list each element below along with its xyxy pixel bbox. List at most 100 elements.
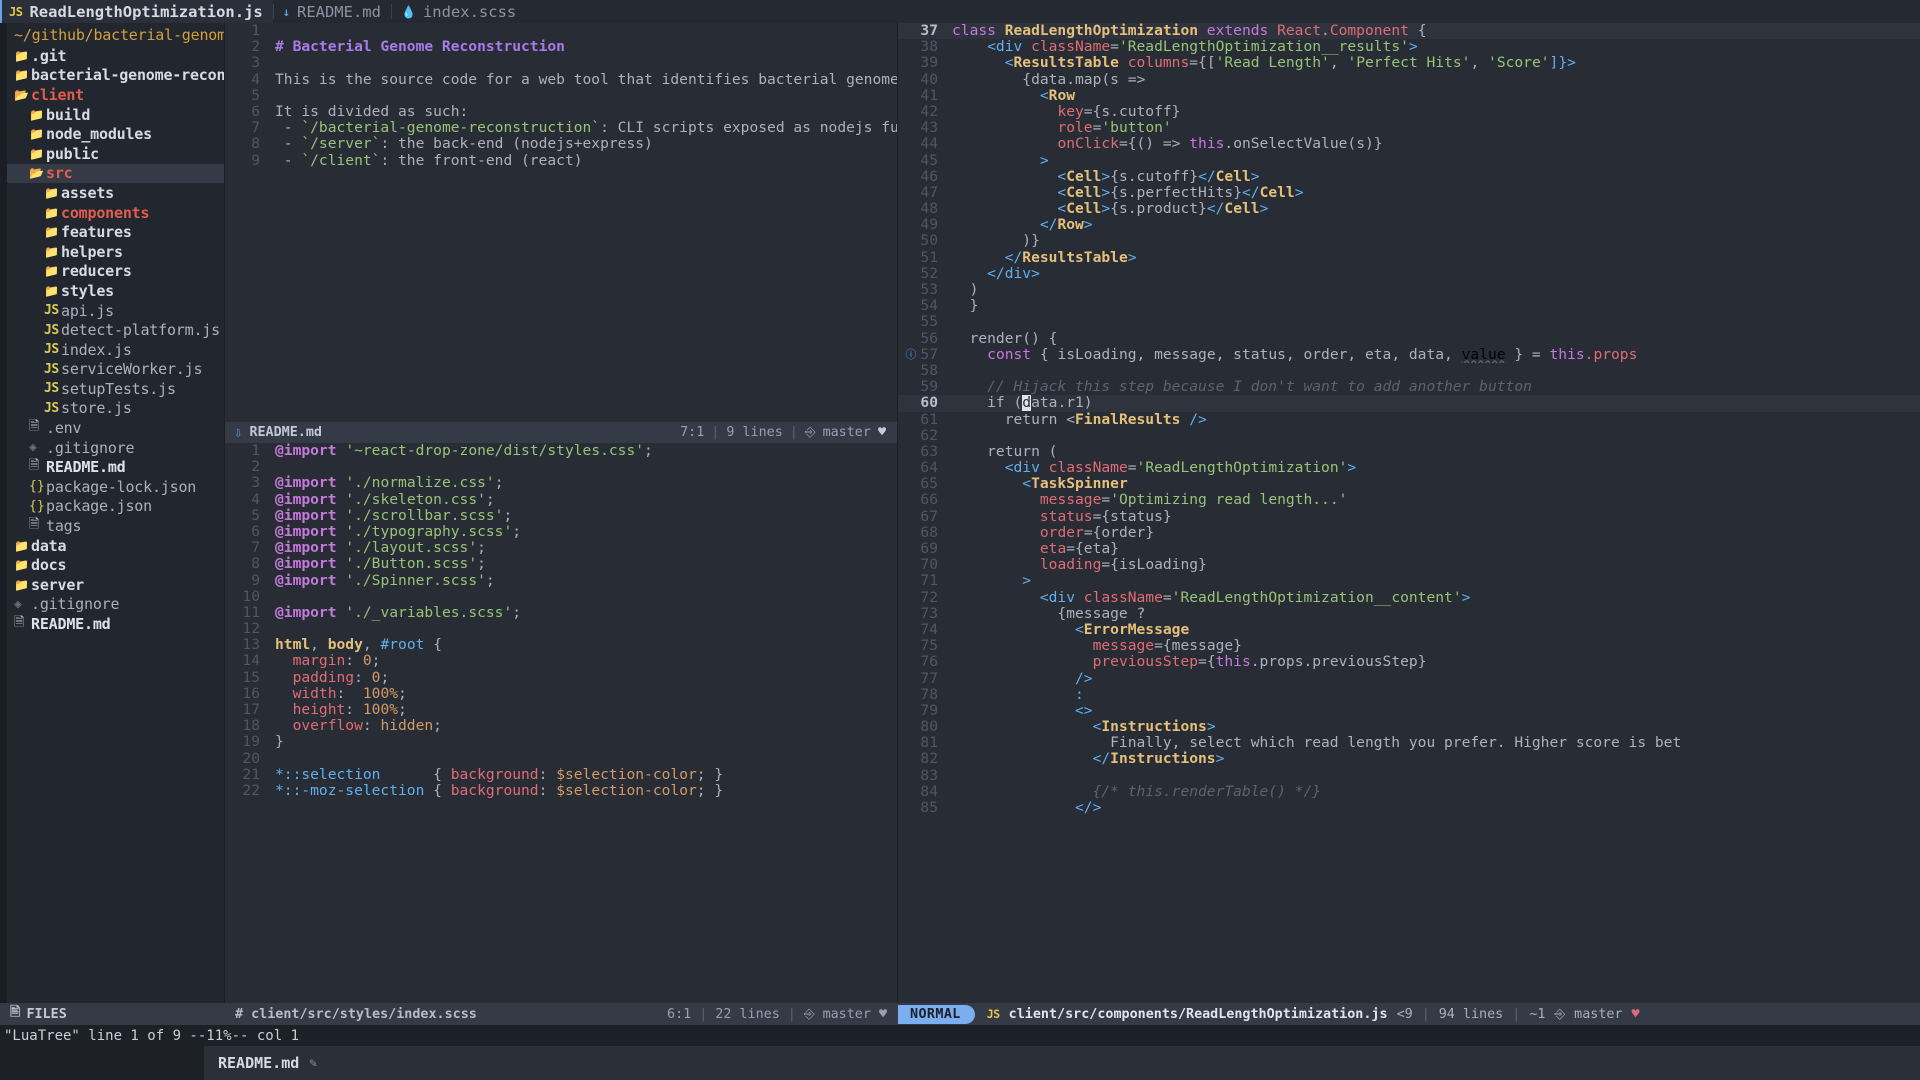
tree-item--git[interactable]: 📁 .git — [0, 46, 224, 66]
tree-item-node-modules[interactable]: 📁 node_modules — [0, 124, 224, 144]
tab-readme-md[interactable]: ↓ README.md — [274, 0, 391, 23]
tree-item-build[interactable]: 📁 build — [0, 105, 224, 125]
code-token: { — [424, 637, 442, 654]
tree-item-client[interactable]: 📂 client — [0, 85, 224, 105]
code-token: ; — [512, 604, 522, 621]
tree-item-store-js[interactable]: JS store.js — [0, 399, 224, 419]
tree-item-detect-platform-js[interactable]: JS detect-platform.js — [0, 320, 224, 340]
code-token: ; — [371, 653, 381, 670]
line-number: 4 — [251, 490, 260, 508]
code-token: value — [1461, 346, 1506, 363]
tree-item-components[interactable]: 📁 components — [0, 203, 224, 223]
code-text: Finally, select which read length you pr… — [948, 735, 1920, 751]
line-number: 55 — [920, 313, 938, 331]
tree-item-package-json[interactable]: {} package.json — [0, 497, 224, 517]
code-token: .props — [1584, 346, 1638, 363]
code-line: 38 <div className='ReadLengthOptimizatio… — [898, 38, 1920, 56]
folder-icon: 📁 — [14, 538, 29, 553]
code-token: @import — [275, 507, 337, 524]
tree-item-data[interactable]: 📁 data — [0, 536, 224, 556]
code-text: order={order} — [948, 525, 1920, 541]
code-token: : the front-end (react) — [380, 152, 583, 169]
code-token: > — [1259, 201, 1269, 218]
tree-item-styles[interactable]: 📁 styles — [0, 281, 224, 301]
code-line: 43 role='button' — [898, 119, 1920, 136]
line-number: 85 — [920, 799, 938, 816]
code-token: 100% — [362, 702, 399, 718]
code-text: /> — [948, 671, 1920, 687]
code-token: FinalResults — [1075, 411, 1181, 428]
tree-item--gitignore[interactable]: ◈ .gitignore — [0, 438, 224, 458]
tree-item-assets[interactable]: 📁 assets — [0, 183, 224, 203]
tree-item-package-lock-json[interactable]: {} package-lock.json — [0, 477, 224, 497]
tree-item-serviceworker-js[interactable]: JS serviceWorker.js — [0, 360, 224, 380]
tree-item-bacterial-genome-reconstru[interactable]: 📁bacterial-genome-reconstru — [0, 66, 224, 86]
tree-item-helpers[interactable]: 📁 helpers — [0, 242, 224, 262]
vim-command-line[interactable]: "LuaTree" line 1 of 9 --11%-- col 1 — [0, 1025, 1920, 1046]
tree-item-readme-md[interactable]: 🗎 README.md — [0, 457, 224, 477]
tree-item-docs[interactable]: 📁 docs — [0, 555, 224, 575]
code-text: <Row — [948, 88, 1920, 104]
line-number: 50 — [920, 232, 938, 250]
tree-item-src[interactable]: 📂 src — [0, 163, 224, 184]
tree-item-api-js[interactable]: JS api.js — [0, 301, 224, 321]
tree-item-tags[interactable]: 🗎 tags — [0, 516, 224, 536]
scss-editor-pane[interactable]: 1 @import '~react-drop-zone/dist/styles.c… — [225, 443, 897, 1003]
code-line: 73 {message ? — [898, 605, 1920, 622]
tree-item-index-js[interactable]: JS index.js — [0, 340, 224, 360]
jsx-editor-pane[interactable]: 37 class ReadLengthOptimization extends R… — [897, 23, 1920, 1003]
line-number: 12 — [242, 620, 260, 638]
tree-item-server[interactable]: 📁 server — [0, 575, 224, 595]
code-line: 85 </> — [898, 799, 1920, 816]
code-line: 15 padding: 0; — [225, 669, 897, 686]
code-line: 71 > — [898, 573, 1920, 589]
info-diagnostic-icon[interactable]: ⓘ — [904, 347, 918, 363]
line-number: 6 — [251, 522, 260, 540]
line-number: 78 — [920, 685, 938, 703]
code-token: return < — [952, 411, 1076, 428]
code-text: } — [948, 298, 1920, 314]
file-tree-sidebar[interactable]: ~/github/bacterial-genome-re 📁.git📁bacte… — [0, 23, 224, 1003]
tree-item-setuptests-js[interactable]: JS setupTests.js — [0, 379, 224, 399]
code-token: > — [1294, 184, 1304, 201]
code-token: <> — [952, 702, 1093, 719]
tab-index-scss[interactable]: 💧 index.scss — [392, 0, 526, 23]
code-token: const — [987, 346, 1032, 363]
editor-body: ~/github/bacterial-genome-re 📁.git📁bacte… — [0, 23, 1920, 1003]
bottom-buffer-tab[interactable]: README.md ✎ — [204, 1046, 331, 1080]
split-statusline-readme: ⇩ README.md 7:1 | 9 lines | ⎆ master ♥ — [225, 422, 897, 443]
tree-item--env[interactable]: 🗎 .env — [0, 418, 224, 438]
right-statusline: NORMAL JS client/src/components/ReadLeng… — [898, 1003, 1920, 1025]
code-token: {message ? — [952, 605, 1146, 622]
code-token: Cell — [1066, 201, 1102, 218]
tree-item-features[interactable]: 📁 features — [0, 222, 224, 242]
code-token: className — [1031, 39, 1111, 56]
code-text: padding: 0; — [271, 670, 897, 686]
line-number: 7 — [251, 119, 260, 137]
tab-readlengthoptimization-js[interactable]: JS ReadLengthOptimization.js — [0, 0, 273, 23]
code-token: class — [952, 23, 1005, 39]
code-line: 16 width: 100%; — [225, 685, 897, 702]
tree-item-public[interactable]: 📁 public — [0, 144, 224, 164]
code-token: Cell — [1066, 184, 1102, 201]
line-number: 19 — [242, 733, 260, 751]
code-token: < — [952, 719, 1102, 736]
code-token: height — [275, 702, 346, 718]
code-token: './_variables.scss' — [345, 604, 513, 621]
code-token: #root — [380, 637, 425, 654]
code-token: > — [1101, 184, 1111, 201]
folder-icon: 📁 — [44, 205, 59, 220]
code-text: This is the source code for a web tool t… — [271, 72, 897, 88]
file-tree-list[interactable]: 📁.git📁bacterial-genome-reconstru📂client📁… — [0, 46, 224, 634]
markdown-editor-pane[interactable]: 1 2 # Bacterial Genome Reconstruction 3 4 Thi… — [225, 23, 897, 422]
tree-item--gitignore[interactable]: ◈ .gitignore — [0, 595, 224, 615]
code-line: 78 : — [898, 685, 1920, 703]
code-text: key={s.cutoff} — [948, 104, 1920, 120]
tree-item-readme-md[interactable]: 🗎 README.md — [0, 614, 224, 634]
tree-item-reducers[interactable]: 📁 reducers — [0, 262, 224, 282]
